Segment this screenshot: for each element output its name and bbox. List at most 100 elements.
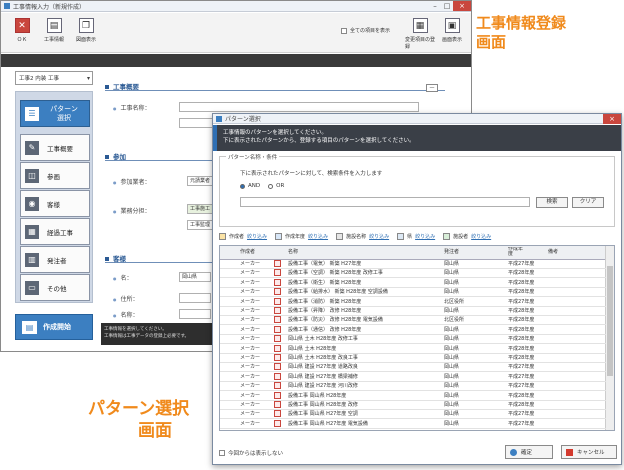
register-changes-button[interactable]: ▦ 変更項目の登録 xyxy=(405,16,435,50)
table-row[interactable]: メーカー 岡山県 建設 H27年度 橋梁補修 岡山県 平成27年度 xyxy=(220,372,606,382)
construction-name-field[interactable] xyxy=(179,102,419,112)
cell-name: 岡山県 建設 H27年度 道路改良 xyxy=(288,364,358,371)
table-icon: ▦ xyxy=(25,224,39,239)
do-not-show-toggle[interactable]: 今回からは表示しない xyxy=(219,449,283,457)
sidebar-item-other[interactable]: ▭ その他 xyxy=(20,274,90,301)
table-row[interactable]: メーカー 設備工事（昇降） 改修 H28年度 岡山県 平成28年度 xyxy=(220,307,606,316)
pattern-icon xyxy=(274,288,281,296)
sidebar-item-orderer[interactable]: ▥ 発注者 xyxy=(20,246,90,273)
pattern-icon xyxy=(274,335,281,343)
table-row[interactable]: メーカー 設備工事（防災） 改修 H28年度 電気設備 北区役所 平成28年度 xyxy=(220,316,606,326)
dialog-close-icon[interactable]: × xyxy=(603,114,621,124)
building-icon: ▥ xyxy=(25,252,39,267)
start-creation-button[interactable]: ▤ 作成開始 xyxy=(15,314,93,340)
checkbox-label: 今回からは表示しない xyxy=(228,451,284,457)
and-radio[interactable] xyxy=(240,183,245,189)
sidebar-item-label: 工事概要 xyxy=(47,144,73,153)
table-row[interactable]: メーカー 岡山県 建設 H27年度 道路改良 岡山県 平成27年度 xyxy=(220,363,606,373)
construction-info-button[interactable]: ▤ 工事情報 xyxy=(39,16,69,50)
sidebar-item-client[interactable]: ◉ 客様 xyxy=(20,190,90,217)
cell-name: 設備工事 岡山県 H28年度 xyxy=(288,392,347,399)
sidebar-item-pattern[interactable]: ☰ パターン選択 xyxy=(20,100,90,127)
cell-author: メーカー xyxy=(240,392,261,399)
filter-link[interactable]: 絞り込み xyxy=(369,233,389,240)
maximize-icon[interactable]: □ xyxy=(441,1,453,11)
table-header-row: 作成者 名称 発注者 作成年度 備考 xyxy=(220,246,606,260)
filter-prefecture[interactable]: 県絞り込み xyxy=(397,233,435,240)
filter-link[interactable]: 絞り込み xyxy=(471,233,491,240)
filter-author[interactable]: 作成者 絞り込み xyxy=(219,233,267,240)
search-button[interactable]: 検索 xyxy=(536,197,568,208)
table-row[interactable]: メーカー 岡山県 土木 H28年度 岡山県 平成28年度 xyxy=(220,344,606,354)
cell-author: メーカー xyxy=(240,289,261,296)
table-row[interactable]: メーカー 設備工事 岡山県 H28年度 改修 岡山県 平成28年度 xyxy=(220,401,606,410)
collapse-button[interactable]: — xyxy=(426,84,438,92)
cell-author: メーカー xyxy=(240,298,261,305)
column-orderer[interactable]: 発注者 xyxy=(444,246,459,258)
cell-year: 平成28年度 xyxy=(508,326,535,333)
filter-contractor[interactable]: 施設者 絞り込み xyxy=(443,233,491,240)
filter-link[interactable]: 絞り込み xyxy=(247,233,267,240)
role-field-a[interactable]: 工事施工 xyxy=(187,204,213,214)
cell-orderer: 岡山県 xyxy=(444,270,460,277)
filter-link[interactable]: 絞り込み xyxy=(415,233,435,240)
construction-type-select[interactable]: 工事2 内装 工事 xyxy=(15,71,93,85)
sidebar-item-overview[interactable]: ✎ 工事概要 xyxy=(20,134,90,161)
cell-orderer: 岡山県 xyxy=(444,336,460,343)
clear-button[interactable]: クリア xyxy=(572,197,604,208)
instruction-line: 下に表示されたパターンから、登録する項目のパターンを選択してください。 xyxy=(223,138,415,144)
table-row[interactable]: メーカー 岡山県 土木 H28年度 改修工事 岡山県 平成28年度 xyxy=(220,335,606,345)
cancel-button[interactable]: キャンセル xyxy=(561,445,617,459)
or-label: OR xyxy=(276,183,285,189)
scrollbar-thumb[interactable] xyxy=(607,266,613,376)
cell-orderer: 北区役所 xyxy=(444,298,465,305)
screen-display-button[interactable]: ▣ 画面表示 xyxy=(437,16,467,50)
confirm-button[interactable]: 確定 xyxy=(505,445,553,459)
role-field-b[interactable]: 工事監理 xyxy=(187,220,213,230)
column-name[interactable]: 名称 xyxy=(288,246,298,258)
cell-orderer: 北区役所 xyxy=(444,317,465,324)
filter-link[interactable]: 絞り込み xyxy=(308,233,328,240)
client-name-field[interactable]: 岡山県 xyxy=(179,272,211,282)
table-row[interactable]: メーカー 設備工事（給排水） 新築 H28年度 空調設備 岡山県 平成28年度 xyxy=(220,288,606,298)
column-author[interactable]: 作成者 xyxy=(240,246,255,258)
cell-name: 岡山県 土木 H28年度 改修工事 xyxy=(288,336,358,343)
client-title-field[interactable] xyxy=(179,309,211,319)
minimize-icon[interactable]: – xyxy=(429,1,441,11)
table-row[interactable]: メーカー 設備工事（消防） 新築 H28年度 北区役所 平成27年度 xyxy=(220,297,606,307)
sidebar-item-progress[interactable]: ▦ 経過工事 xyxy=(20,218,90,245)
cell-name: 設備工事 岡山県 H28年度 改修 xyxy=(288,402,358,408)
table-row[interactable]: メーカー 設備工事（空調） 新築 H28年度 改修工事 岡山県 平成28年度 xyxy=(220,269,606,279)
sidebar-item-participants[interactable]: ◫ 参画 xyxy=(20,162,90,189)
cell-name: 岡山県 土木 H28年度 xyxy=(288,345,337,352)
filter-year[interactable]: 作成年度 絞り込み xyxy=(275,233,328,240)
close-icon[interactable]: × xyxy=(453,1,471,11)
table-row[interactable]: メーカー 設備工事 岡山県 H28年度 岡山県 平成28年度 xyxy=(220,391,606,401)
edit-icon xyxy=(219,233,226,240)
cell-name: 設備工事（電気） 新築 H27年度 xyxy=(288,261,362,267)
do-not-show-checkbox[interactable] xyxy=(219,450,225,456)
pattern-search-input[interactable] xyxy=(240,197,530,207)
table-row[interactable]: メーカー 岡山県 土木 H28年度 改良工事 岡山県 平成28年度 xyxy=(220,354,606,363)
client-address-field[interactable] xyxy=(179,293,211,303)
cell-name: 設備工事（通信） 改修 H28年度 xyxy=(288,326,362,333)
register-icon: ▦ xyxy=(412,18,428,33)
table-row[interactable]: メーカー 設備工事（電気） 新築 H27年度 岡山県 平成27年度 xyxy=(220,260,606,269)
column-notes[interactable]: 備考 xyxy=(548,246,558,258)
column-year[interactable]: 作成年度 xyxy=(508,247,524,257)
or-radio[interactable] xyxy=(268,183,274,189)
table-scrollbar[interactable] xyxy=(605,246,614,430)
table-row[interactable]: メーカー 設備工事 岡山県 H27年度 電気設備 岡山県 平成27年度 xyxy=(220,419,606,429)
table-row[interactable]: メーカー 岡山県 建設 H27年度 河川改修 岡山県 平成27年度 xyxy=(220,382,606,392)
table-row[interactable]: メーカー 設備工事 岡山県 H27年度 空調 岡山県 平成27年度 xyxy=(220,410,606,420)
table-row[interactable]: メーカー 設備工事（通信） 改修 H28年度 岡山県 平成28年度 xyxy=(220,325,606,335)
table-row[interactable]: メーカー 設備工事（衛生） 新築 H28年度 岡山県 平成28年度 xyxy=(220,278,606,288)
show-all-checkbox[interactable] xyxy=(341,27,347,34)
ok-button[interactable]: ✕ ＯＫ xyxy=(7,16,37,50)
client-title-label: 名称： xyxy=(113,310,139,319)
pattern-screen-annotation: パターン選択 画面 xyxy=(88,398,189,442)
filter-facility[interactable]: 施設名称 絞り込み xyxy=(336,233,389,240)
show-all-fields-toggle[interactable]: 全ての項目を表示 xyxy=(341,27,390,34)
drawing-view-button[interactable]: ❐ 図面表示 xyxy=(71,16,101,50)
document-icon: ▤ xyxy=(46,18,62,33)
